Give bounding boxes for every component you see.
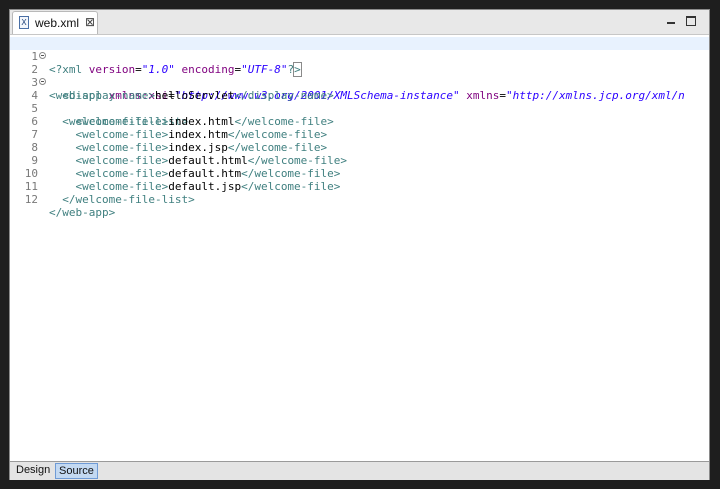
editor-mode-tabs: Design Source <box>10 461 709 480</box>
tab-source[interactable]: Source <box>55 463 98 479</box>
line-number: 12 <box>24 193 38 206</box>
code-line[interactable]: 11 </welcome-file-list> <box>10 167 709 206</box>
source-editor[interactable]: 1 <?xml version="1.0" encoding="UTF-8"?>… <box>10 35 709 461</box>
tab-design[interactable]: Design <box>13 463 53 479</box>
code-line[interactable]: 8 <welcome-file>default.html</welcome-fi… <box>10 128 709 167</box>
code-line[interactable]: 2 <web-app xmlns:xsi="http://www.w3.org/… <box>10 50 709 102</box>
code-line[interactable]: 5 <welcome-file>index.html</welcome-file… <box>10 89 709 128</box>
minimize-icon[interactable] <box>666 16 676 26</box>
code-line[interactable]: 6 <welcome-file>index.htm</welcome-file> <box>10 102 709 141</box>
fold-collapse-icon[interactable] <box>39 78 46 85</box>
code-line[interactable]: 9 <welcome-file>default.htm</welcome-fil… <box>10 141 709 180</box>
editor-tab-bar: X web.xml ⊠ <box>10 10 709 35</box>
code-line[interactable]: 10 <welcome-file>default.jsp</welcome-fi… <box>10 154 709 193</box>
code-text: </web-app> <box>49 206 116 219</box>
code-line[interactable]: 1 <?xml version="1.0" encoding="UTF-8"?> <box>10 37 709 77</box>
tab-title: web.xml <box>35 16 80 30</box>
code-line[interactable]: 3 <display-name>helloServlet</display-na… <box>10 63 709 102</box>
fold-collapse-icon[interactable] <box>39 52 46 59</box>
close-icon[interactable]: ⊠ <box>85 15 95 29</box>
tab-web-xml[interactable]: X web.xml ⊠ <box>12 11 98 34</box>
maximize-icon[interactable] <box>686 16 696 26</box>
code-line[interactable]: 12 </web-app> <box>10 180 709 219</box>
xml-file-icon: X <box>19 16 29 29</box>
editor-window: X web.xml ⊠ 1 <?xml version="1.0" encodi… <box>9 9 710 480</box>
code-text: </welcome-file-list> <box>62 193 195 206</box>
code-line[interactable]: 4 <welcome-file-list> <box>10 76 709 128</box>
code-line[interactable]: 7 <welcome-file>index.jsp</welcome-file> <box>10 115 709 154</box>
